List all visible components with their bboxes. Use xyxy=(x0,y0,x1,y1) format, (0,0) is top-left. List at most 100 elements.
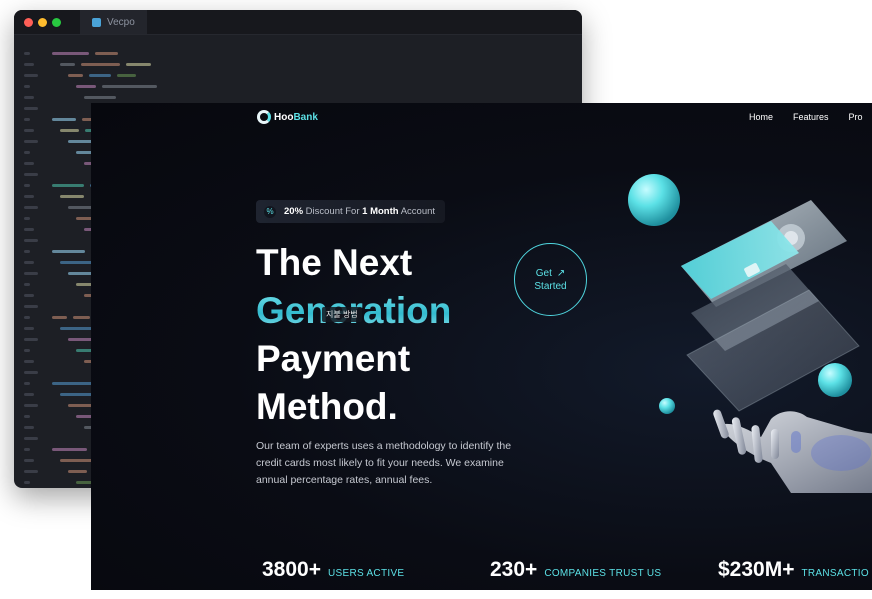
line-number xyxy=(24,63,34,66)
decorative-sphere-medium xyxy=(818,363,852,397)
editor-titlebar: Vecpo xyxy=(14,10,582,35)
headline-line-4: Method. xyxy=(256,386,398,427)
code-token xyxy=(52,448,87,451)
line-number xyxy=(24,283,30,286)
hero-illustration xyxy=(628,174,872,493)
file-icon xyxy=(92,17,101,27)
line-number xyxy=(24,349,30,352)
line-number xyxy=(24,228,34,231)
line-number xyxy=(24,129,34,132)
line-number xyxy=(24,140,38,143)
code-token xyxy=(102,85,157,88)
line-number xyxy=(24,316,30,319)
code-token xyxy=(89,74,111,77)
line-number xyxy=(24,305,38,308)
stat-users-value: 3800+ xyxy=(262,558,321,581)
logo[interactable]: HooBank xyxy=(257,110,318,124)
line-number xyxy=(24,481,30,484)
nav-item-home[interactable]: Home xyxy=(749,112,773,122)
line-number xyxy=(24,393,34,396)
line-number xyxy=(24,426,34,429)
line-number xyxy=(24,118,30,121)
close-window-button[interactable] xyxy=(24,17,33,27)
discount-icon: % xyxy=(264,205,276,218)
maximize-window-button[interactable] xyxy=(52,17,61,27)
line-number xyxy=(24,382,30,385)
nav-item-product[interactable]: Pro xyxy=(849,112,863,122)
code-token xyxy=(60,129,79,132)
line-number xyxy=(24,206,38,209)
line-number xyxy=(24,52,30,55)
decorative-sphere-large xyxy=(628,174,680,226)
line-number xyxy=(24,327,34,330)
line-number xyxy=(24,173,38,176)
discount-suffix: Account xyxy=(400,206,436,217)
headline-line-3: Payment xyxy=(256,338,411,379)
code-token xyxy=(52,118,76,121)
code-token xyxy=(52,52,89,55)
line-number xyxy=(24,272,38,275)
get-started-label-line2: Started xyxy=(534,280,567,292)
decorative-sphere-small xyxy=(659,398,675,414)
editor-tab-label: Vecpo xyxy=(107,16,135,28)
line-number xyxy=(24,96,34,99)
code-token xyxy=(68,74,83,77)
line-number xyxy=(24,195,34,198)
line-number xyxy=(24,437,38,440)
line-number xyxy=(24,261,34,264)
code-token xyxy=(68,470,87,473)
stat-transactions-label: TRANSACTIO xyxy=(801,568,869,579)
stat-users-label: USERS ACTIVE xyxy=(327,568,405,579)
get-started-button[interactable]: Get ↗ Started xyxy=(514,243,587,316)
get-started-label-line1: Get xyxy=(535,267,552,279)
stat-companies-value: 230+ xyxy=(490,558,538,581)
line-number xyxy=(24,107,38,110)
line-number xyxy=(24,459,34,462)
line-number xyxy=(24,217,30,220)
code-token xyxy=(95,52,118,55)
line-number xyxy=(24,404,38,407)
stat-transactions-value: $230M+ xyxy=(718,558,795,581)
code-token xyxy=(52,250,85,253)
code-token xyxy=(60,63,75,66)
code-token xyxy=(73,316,90,319)
line-number xyxy=(24,360,34,363)
line-number xyxy=(24,448,30,451)
line-number xyxy=(24,151,30,154)
editor-tab[interactable]: Vecpo xyxy=(80,10,147,34)
logo-text-part1: Hoo xyxy=(274,111,294,123)
discount-duration: 1 Month xyxy=(362,206,399,217)
stat-transactions: $230M+ TRANSACTIO xyxy=(718,558,869,582)
code-token xyxy=(52,316,67,319)
minimize-window-button[interactable] xyxy=(38,17,47,27)
line-number xyxy=(24,239,38,242)
headline-line-1: The Next xyxy=(256,242,413,283)
hero-headline: The Next Generation Payment Method. xyxy=(256,239,451,431)
discount-badge: % 20% Discount For 1 Month Account xyxy=(256,200,446,223)
code-token xyxy=(60,327,92,330)
logo-icon xyxy=(257,110,271,124)
logo-text-part2: Bank xyxy=(293,111,318,123)
robot-hand-image xyxy=(713,409,872,493)
code-token xyxy=(52,184,84,187)
stat-users: 3800+ USERS ACTIVE xyxy=(262,558,404,582)
line-number xyxy=(24,371,38,374)
stat-companies: 230+ COMPANIES TRUST US xyxy=(490,558,661,582)
code-token xyxy=(84,96,116,99)
translation-tooltip: 지불 방법 xyxy=(322,307,362,322)
line-number xyxy=(24,294,34,297)
top-nav: Home Features Pro xyxy=(749,112,863,122)
website-preview: HooBank Home Features Pro % 20% Discount… xyxy=(91,103,872,590)
arrow-up-right-icon: ↗ xyxy=(556,267,566,279)
line-number xyxy=(24,184,30,187)
line-number xyxy=(24,74,38,77)
code-token xyxy=(60,195,84,198)
code-token xyxy=(81,63,120,66)
line-number xyxy=(24,250,30,253)
line-number xyxy=(24,162,34,165)
hero-description: Our team of experts uses a methodology t… xyxy=(256,440,512,486)
nav-item-features[interactable]: Features xyxy=(793,112,829,122)
code-token xyxy=(117,74,136,77)
line-number xyxy=(24,470,38,473)
code-token xyxy=(76,85,96,88)
